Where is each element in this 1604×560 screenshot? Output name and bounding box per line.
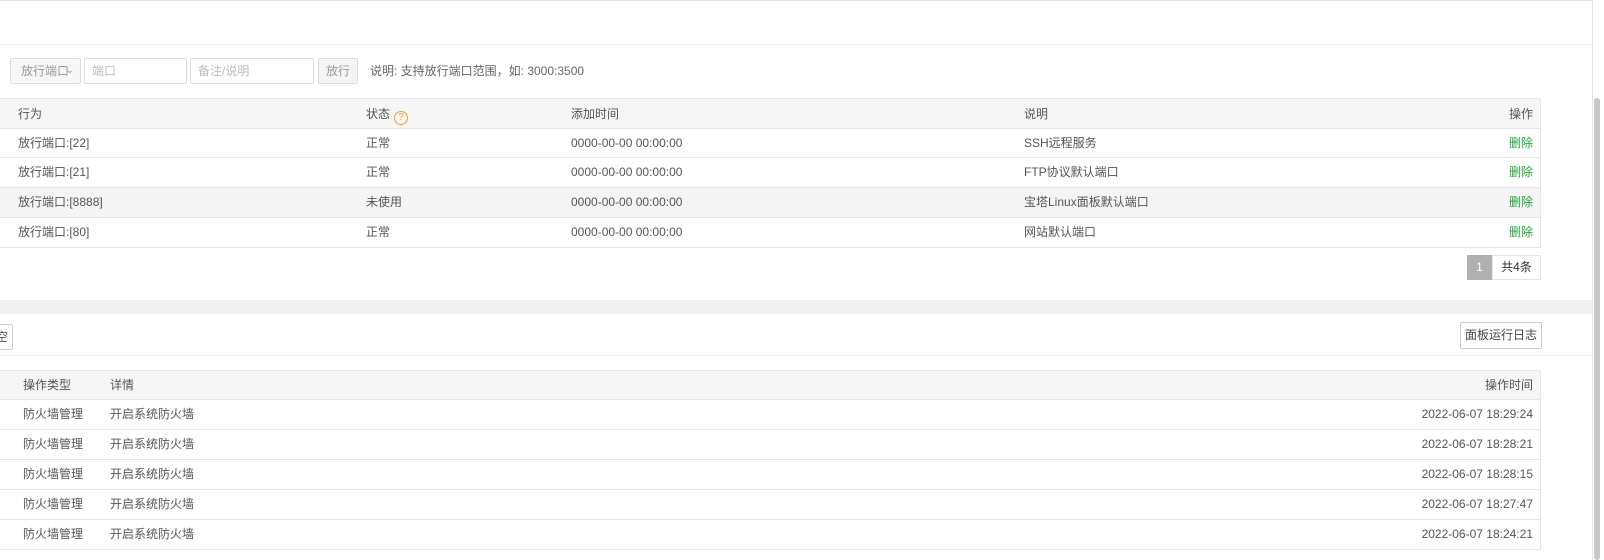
panel-run-log-button[interactable]: 面板运行日志 <box>1460 322 1542 349</box>
col-status: 状态? <box>366 99 409 129</box>
allow-port-button[interactable]: 放行 <box>318 58 358 84</box>
rule-desc: 宝塔Linux面板默认端口 <box>1024 195 1149 209</box>
col-op-type: 操作类型 <box>23 378 72 392</box>
scrollbar-thumb[interactable] <box>1594 98 1600 560</box>
delete-link[interactable]: 删除 <box>1509 129 1533 157</box>
rule-desc: SSH远程服务 <box>1024 136 1097 150</box>
pager-total: 共4条 <box>1492 255 1541 280</box>
rule-status: 正常 <box>366 225 391 239</box>
table-row: 放行端口:[8888] 未使用 0000-00-00 00:00:00 宝塔Li… <box>0 188 1541 218</box>
log-type: 防火墙管理 <box>23 527 84 541</box>
col-op: 操作 <box>1508 107 1533 121</box>
delete-link[interactable]: 删除 <box>1509 158 1533 187</box>
log-detail: 开启系统防火墙 <box>110 467 195 481</box>
rules-table-header: 行为 状态? 添加时间 说明 操作 <box>0 98 1541 129</box>
rule-type-value: 放行端口 <box>21 64 70 78</box>
rule-status: 正常 <box>366 136 391 150</box>
rule-added-time: 0000-00-00 00:00:00 <box>571 195 683 209</box>
log-time: 2022-06-07 18:24:21 <box>1421 527 1533 541</box>
rule-status: 未使用 <box>366 195 403 209</box>
divider <box>0 355 1592 356</box>
log-row: 防火墙管理 开启系统防火墙 2022-06-07 18:28:21 <box>0 430 1541 460</box>
col-op-time: 操作时间 <box>1484 378 1533 392</box>
log-detail: 开启系统防火墙 <box>110 497 195 511</box>
log-time: 2022-06-07 18:29:24 <box>1421 407 1533 421</box>
top-bar <box>0 0 1592 45</box>
chevron-down-icon: ⌄ <box>65 65 74 76</box>
log-type: 防火墙管理 <box>23 467 84 481</box>
rule-action: 放行端口:[21] <box>18 165 90 179</box>
log-time: 2022-06-07 18:27:47 <box>1421 497 1533 511</box>
col-action: 行为 <box>18 107 43 121</box>
operation-log-panel: 空 面板运行日志 操作类型 详情 操作时间 防火墙管理 开启系统防火墙 2022… <box>0 314 1592 560</box>
rule-added-time: 0000-00-00 00:00:00 <box>571 136 683 150</box>
log-row: 防火墙管理 开启系统防火墙 2022-06-07 18:27:47 <box>0 490 1541 520</box>
pager-current-page[interactable]: 1 <box>1467 255 1492 280</box>
rule-added-time: 0000-00-00 00:00:00 <box>571 165 683 179</box>
log-time: 2022-06-07 18:28:21 <box>1421 437 1533 451</box>
log-type: 防火墙管理 <box>23 497 84 511</box>
rule-action: 放行端口:[8888] <box>18 195 103 209</box>
note-input[interactable] <box>190 58 314 84</box>
rule-type-select[interactable]: 放行端口 ⌄ <box>10 58 81 84</box>
log-detail: 开启系统防火墙 <box>110 527 195 541</box>
log-table-header: 操作类型 详情 操作时间 <box>0 370 1541 400</box>
col-desc: 说明 <box>1024 107 1049 121</box>
clear-log-button[interactable]: 空 <box>0 324 13 350</box>
table-row: 放行端口:[22] 正常 0000-00-00 00:00:00 SSH远程服务… <box>0 129 1541 158</box>
rule-status: 正常 <box>366 165 391 179</box>
rule-added-time: 0000-00-00 00:00:00 <box>571 225 683 239</box>
rule-action: 放行端口:[80] <box>18 225 90 239</box>
table-row: 放行端口:[80] 正常 0000-00-00 00:00:00 网站默认端口 … <box>0 218 1541 248</box>
log-time: 2022-06-07 18:28:15 <box>1421 467 1533 481</box>
col-added: 添加时间 <box>571 107 620 121</box>
rule-action: 放行端口:[22] <box>18 136 90 150</box>
table-row: 放行端口:[21] 正常 0000-00-00 00:00:00 FTP协议默认… <box>0 158 1541 188</box>
col-detail: 详情 <box>110 378 135 392</box>
hint-text: 说明: 支持放行端口范围，如: 3000:3500 <box>370 64 585 78</box>
log-detail: 开启系统防火墙 <box>110 407 195 421</box>
rule-desc: FTP协议默认端口 <box>1024 165 1119 179</box>
delete-link[interactable]: 删除 <box>1509 188 1533 217</box>
rule-desc: 网站默认端口 <box>1024 225 1097 239</box>
log-row: 防火墙管理 开启系统防火墙 2022-06-07 18:29:24 <box>0 400 1541 430</box>
firewall-rules-panel: 放行端口 ⌄ 放行 说明: 支持放行端口范围，如: 3000:3500 行为 状… <box>0 45 1592 300</box>
delete-link[interactable]: 删除 <box>1509 218 1533 247</box>
log-row: 防火墙管理 开启系统防火墙 2022-06-07 18:24:21 <box>0 520 1541 550</box>
log-row: 防火墙管理 开启系统防火墙 2022-06-07 18:28:15 <box>0 460 1541 490</box>
log-detail: 开启系统防火墙 <box>110 437 195 451</box>
log-type: 防火墙管理 <box>23 407 84 421</box>
log-type: 防火墙管理 <box>23 437 84 451</box>
help-icon[interactable]: ? <box>394 111 409 125</box>
port-input[interactable] <box>84 58 187 84</box>
